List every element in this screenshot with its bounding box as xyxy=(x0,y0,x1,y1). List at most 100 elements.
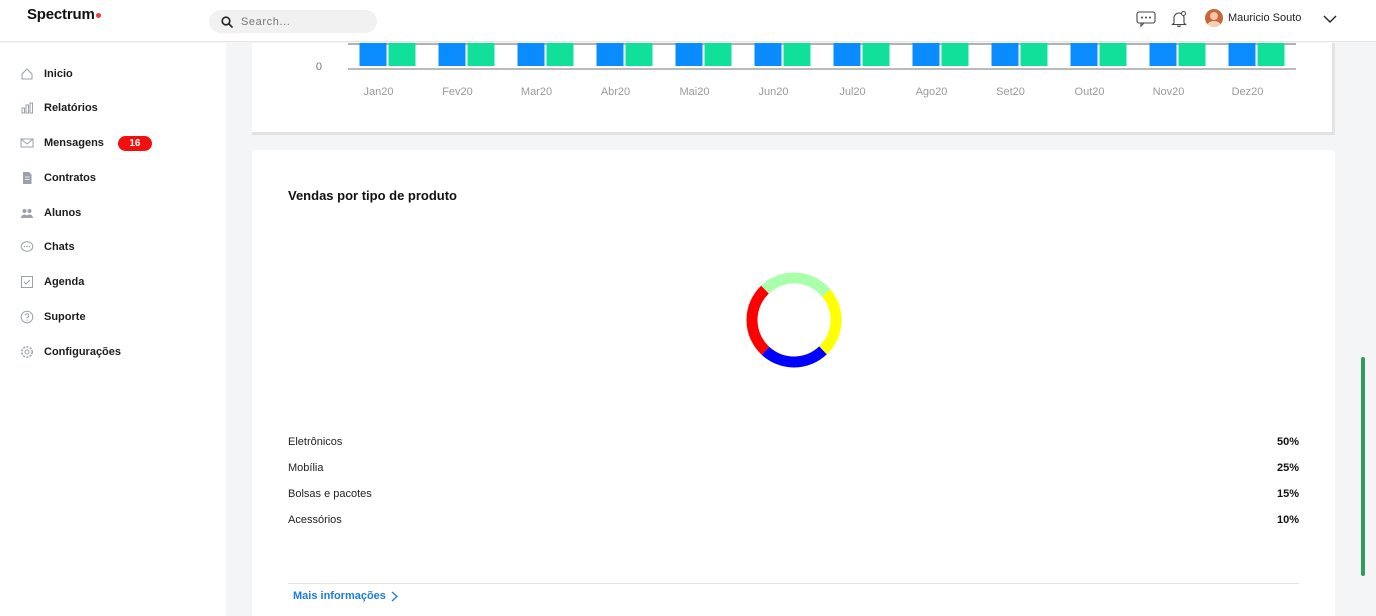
sidebar-item-label: Inicio xyxy=(44,68,73,80)
bar-Jun20-1[interactable] xyxy=(754,43,782,66)
legend-label: Bolsas e pacotes xyxy=(288,488,372,500)
bar-Out20-1[interactable] xyxy=(1070,43,1098,66)
bar-Mar20-2[interactable] xyxy=(546,43,574,66)
search-icon xyxy=(221,15,233,28)
chart-icon xyxy=(20,101,34,115)
sidebar-item-label: Contratos xyxy=(44,172,96,184)
legend-row: Eletrônicos 50% xyxy=(288,434,1299,450)
bell-icon[interactable] xyxy=(1168,8,1190,30)
sidebar-item-label: Suporte xyxy=(44,311,86,323)
bar-Fev20-2[interactable] xyxy=(467,43,495,66)
bar-Nov20-1[interactable] xyxy=(1149,43,1177,66)
users-icon xyxy=(20,206,34,220)
more-info-link[interactable]: Mais informações xyxy=(293,590,398,602)
chat-icon[interactable] xyxy=(1135,8,1157,30)
x-tick-label: Ago20 xyxy=(916,86,948,98)
bar-Jan20-2[interactable] xyxy=(388,43,416,66)
user-name: Mauricio Souto xyxy=(1228,12,1302,24)
top-header: Spectrum Mauricio Souto xyxy=(0,0,1376,42)
avatar xyxy=(1205,9,1223,27)
gear-icon xyxy=(20,345,34,359)
x-tick-label: Out20 xyxy=(1075,86,1105,98)
sidebar-item-label: Mensagens xyxy=(44,137,104,149)
sidebar-item-label: Alunos xyxy=(44,207,82,219)
bar-Jun20-2[interactable] xyxy=(783,43,811,66)
mail-icon xyxy=(20,136,34,150)
sidebar-item-label: Configurações xyxy=(44,346,122,358)
calendar-icon xyxy=(20,275,34,289)
bar-Set20-1[interactable] xyxy=(991,43,1019,66)
donut-segment-3[interactable] xyxy=(742,285,795,355)
sidebar-item-alunos[interactable]: Alunos xyxy=(20,203,81,223)
x-tick-label: Dez20 xyxy=(1232,86,1264,98)
sidebar-item-chats[interactable]: Chats xyxy=(20,237,75,257)
bar-Abr20-2[interactable] xyxy=(625,43,653,66)
sidebar-item-contratos[interactable]: Contratos xyxy=(20,168,96,188)
monthly-bar-chart-card: $10mil 0 Jan20Fev20Mar20Abr20Mai20Jun20J… xyxy=(252,43,1335,135)
legend-label: Eletrônicos xyxy=(288,436,343,448)
bar-Set20-2[interactable] xyxy=(1020,43,1048,66)
sidebar-item-label: Chats xyxy=(44,241,75,253)
donut-segment-2[interactable] xyxy=(761,322,827,372)
sidebar: Inicio Relatórios Mensagens 16 Contratos… xyxy=(0,43,226,616)
x-tick-label: Jul20 xyxy=(839,86,865,98)
bar-Ago20-2[interactable] xyxy=(941,43,969,66)
x-tick-label: Mai20 xyxy=(680,86,710,98)
message-count-badge: 16 xyxy=(117,135,152,151)
chevron-down-icon[interactable] xyxy=(1323,11,1337,29)
bar-Out20-2[interactable] xyxy=(1099,43,1127,66)
bar-Jul20-1[interactable] xyxy=(833,43,861,66)
x-tick-label: Nov20 xyxy=(1153,86,1185,98)
bar-Nov20-2[interactable] xyxy=(1178,43,1206,66)
page-scrollbar-thumb[interactable] xyxy=(1361,357,1365,576)
x-tick-label: Mar20 xyxy=(521,86,552,98)
logo-dot xyxy=(95,13,101,18)
card-title: Vendas por tipo de produto xyxy=(288,188,457,203)
bar-Mar20-1[interactable] xyxy=(517,43,545,66)
bar-Mai20-1[interactable] xyxy=(675,43,703,66)
chat-bubble-icon xyxy=(20,240,34,254)
monthly-bar-chart: $10mil 0 Jan20Fev20Mar20Abr20Mai20Jun20J… xyxy=(292,43,1296,98)
search-box[interactable] xyxy=(209,10,377,33)
sidebar-item-inicio[interactable]: Inicio xyxy=(20,64,73,84)
product-sales-card: Vendas por tipo de produto Eletrônicos 5… xyxy=(252,150,1335,616)
sidebar-item-suporte[interactable]: Suporte xyxy=(20,307,86,327)
donut-segment-1[interactable] xyxy=(796,289,846,355)
legend-label: Mobília xyxy=(288,462,324,474)
app-logo[interactable]: Spectrum xyxy=(27,6,101,23)
x-tick-label: Jan20 xyxy=(364,86,394,98)
document-icon xyxy=(20,171,34,185)
x-tick-label: Set20 xyxy=(996,86,1025,98)
x-tick-label: Abr20 xyxy=(601,86,630,98)
card-divider xyxy=(288,583,1299,584)
bar-Dez20-2[interactable] xyxy=(1257,43,1285,66)
sidebar-item-mensagens[interactable]: Mensagens 16 xyxy=(20,133,152,153)
sidebar-item-agenda[interactable]: Agenda xyxy=(20,272,84,292)
bar-Dez20-1[interactable] xyxy=(1228,43,1256,66)
legend-value: 10% xyxy=(1276,514,1299,526)
donut-segment-4[interactable] xyxy=(761,268,831,322)
x-tick-labels: Jan20 Fev20 Mar20 Abr20 Mai20 Jun20 Jul20 Ago20… xyxy=(364,86,1264,98)
sidebar-item-relatorios[interactable]: Relatórios xyxy=(20,98,98,118)
legend-value: 50% xyxy=(1276,436,1299,448)
legend-row: Acessórios 10% xyxy=(288,512,1299,528)
user-menu[interactable]: Mauricio Souto xyxy=(1205,8,1301,28)
sidebar-item-configuracoes[interactable]: Configurações xyxy=(20,342,121,362)
legend-row: Mobília 25% xyxy=(288,460,1299,476)
sidebar-item-label: Relatórios xyxy=(44,102,98,114)
legend-row: Bolsas e pacotes 15% xyxy=(288,486,1299,502)
bar-Jul20-2[interactable] xyxy=(862,43,890,66)
chevron-right-icon xyxy=(391,591,398,601)
ytick-partial: $10mil xyxy=(292,43,321,45)
legend-label: Acessórios xyxy=(288,514,342,526)
legend-value: 25% xyxy=(1276,462,1299,474)
bar-Fev20-1[interactable] xyxy=(438,43,466,66)
search-input[interactable] xyxy=(241,15,361,28)
more-info-label: Mais informações xyxy=(293,590,386,602)
x-tick-label: Fev20 xyxy=(442,86,473,98)
bar-Jan20-1[interactable] xyxy=(359,43,387,66)
bar-Mai20-2[interactable] xyxy=(704,43,732,66)
bar-Abr20-1[interactable] xyxy=(596,43,624,66)
bar-Ago20-1[interactable] xyxy=(912,43,940,66)
bar-group xyxy=(359,43,1285,66)
